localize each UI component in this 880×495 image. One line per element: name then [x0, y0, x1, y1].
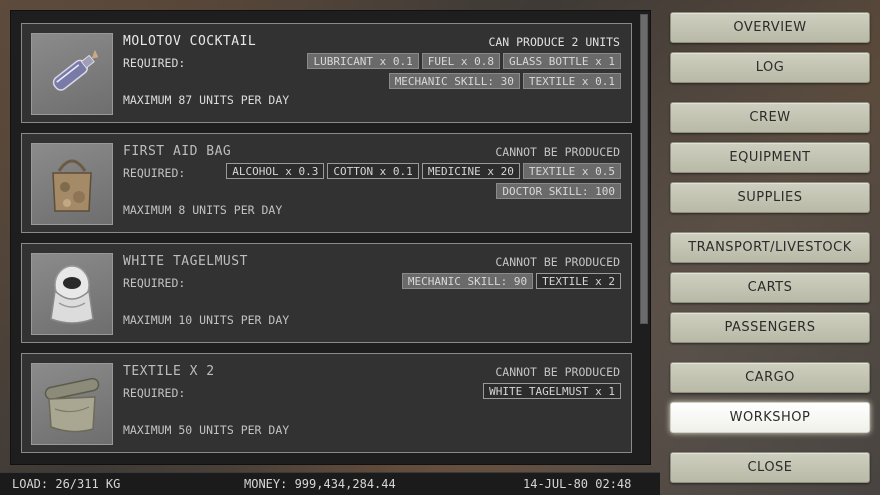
requirement-chip: TEXTILE x 0.5: [522, 163, 621, 179]
required-label: REQUIRED:: [123, 166, 186, 180]
requirement-chip: COTTON x 0.1: [327, 163, 419, 179]
nav-supplies-button[interactable]: SUPPLIES: [670, 182, 870, 213]
required-label: REQUIRED:: [123, 276, 186, 290]
requirement-chip: LUBRICANT x 0.1: [307, 53, 419, 69]
requirements-list: MECHANIC SKILL: 90 TEXTILE x 2: [261, 273, 621, 289]
nav-carts-button[interactable]: CARTS: [670, 272, 870, 303]
datetime-readout: 14-JUL-80 02:48: [523, 477, 632, 491]
requirements-list: ALCOHOL x 0.3 COTTON x 0.1 MEDICINE x 20…: [191, 163, 621, 199]
textile-cloth-icon: [31, 363, 113, 445]
scrollbar[interactable]: [640, 14, 648, 324]
requirement-chip: MECHANIC SKILL: 90: [401, 273, 534, 289]
first-aid-bag-icon: [31, 143, 113, 225]
recipe-name: WHITE TAGELMUST: [123, 254, 248, 269]
nav-crew-button[interactable]: CREW: [670, 102, 870, 133]
recipe-card-molotov[interactable]: MOLOTOV COCKTAIL CAN PRODUCE 2 UNITS REQ…: [21, 23, 632, 123]
max-units: MAXIMUM 8 UNITS PER DAY: [123, 203, 283, 217]
requirement-chip: WHITE TAGELMUST x 1: [483, 383, 621, 399]
recipe-status: CANNOT BE PRODUCED: [495, 255, 620, 269]
requirements-list: LUBRICANT x 0.1 FUEL x 0.8 GLASS BOTTLE …: [261, 53, 621, 89]
recipe-name: FIRST AID BAG: [123, 144, 232, 159]
money-readout: MONEY: 999,434,284.44: [244, 477, 396, 491]
recipe-name: TEXTILE X 2: [123, 364, 215, 379]
max-units: MAXIMUM 50 UNITS PER DAY: [123, 423, 290, 437]
max-units: MAXIMUM 87 UNITS PER DAY: [123, 93, 290, 107]
recipe-status: CANNOT BE PRODUCED: [495, 145, 620, 159]
molotov-bottle-icon: [31, 33, 113, 115]
nav-workshop-button[interactable]: WORKSHOP: [670, 402, 870, 433]
requirement-chip: ALCOHOL x 0.3: [226, 163, 325, 179]
nav-overview-button[interactable]: OVERVIEW: [670, 12, 870, 43]
status-bar: LOAD: 26/311 KG MONEY: 999,434,284.44 14…: [0, 472, 660, 495]
required-label: REQUIRED:: [123, 56, 186, 70]
recipe-status: CANNOT BE PRODUCED: [495, 365, 620, 379]
requirement-chip: TEXTILE x 2: [536, 273, 621, 289]
recipe-card-first-aid-bag[interactable]: FIRST AID BAG CANNOT BE PRODUCED REQUIRE…: [21, 133, 632, 233]
requirement-chip: MECHANIC SKILL: 30: [388, 73, 520, 89]
max-units: MAXIMUM 10 UNITS PER DAY: [123, 313, 290, 327]
recipe-name: MOLOTOV COCKTAIL: [123, 34, 257, 49]
requirement-chip: MEDICINE x 20: [421, 163, 520, 179]
nav-cargo-button[interactable]: CARGO: [670, 362, 870, 393]
requirement-chip: GLASS BOTTLE x 1: [503, 53, 621, 69]
requirement-chip: FUEL x 0.8: [421, 53, 501, 69]
requirement-chip: TEXTILE x 0.1: [522, 73, 621, 89]
recipe-card-white-tagelmust[interactable]: WHITE TAGELMUST CANNOT BE PRODUCED REQUI…: [21, 243, 632, 343]
nav-transport-livestock-button[interactable]: TRANSPORT/LIVESTOCK: [670, 232, 870, 263]
recipe-card-textile[interactable]: TEXTILE X 2 CANNOT BE PRODUCED REQUIRED:…: [21, 353, 632, 453]
required-label: REQUIRED:: [123, 386, 186, 400]
nav-log-button[interactable]: LOG: [670, 52, 870, 83]
workshop-panel: MOLOTOV COCKTAIL CAN PRODUCE 2 UNITS REQ…: [10, 10, 651, 465]
load-readout: LOAD: 26/311 KG: [12, 477, 121, 491]
requirements-list: WHITE TAGELMUST x 1: [261, 383, 621, 399]
tagelmust-scarf-icon: [31, 253, 113, 335]
nav-equipment-button[interactable]: EQUIPMENT: [670, 142, 870, 173]
nav-close-button[interactable]: CLOSE: [670, 452, 870, 483]
requirement-chip: DOCTOR SKILL: 100: [496, 183, 621, 199]
recipe-status: CAN PRODUCE 2 UNITS: [488, 35, 620, 49]
nav-passengers-button[interactable]: PASSENGERS: [670, 312, 870, 343]
